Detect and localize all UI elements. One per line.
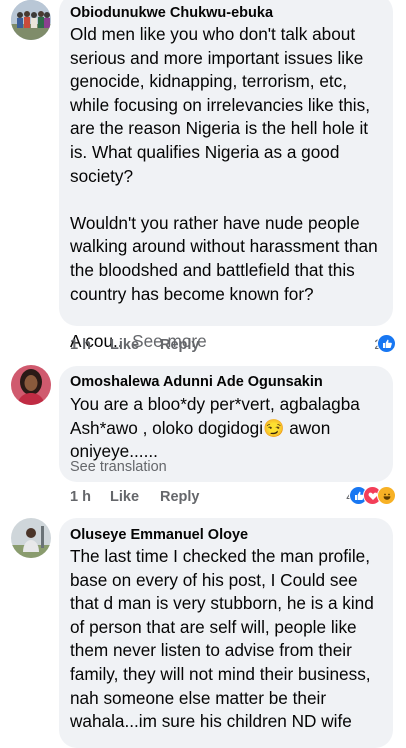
comment-bubble: Omoshalewa Adunni Ade Ogunsakin You are … [59, 366, 393, 482]
reply-button[interactable]: Reply [160, 489, 200, 505]
like-button[interactable]: Like [110, 337, 139, 353]
reaction-summary[interactable]: 2 [374, 334, 396, 353]
comment-paragraph: Wouldn't you rather have nude people wal… [70, 212, 378, 304]
comment-text: You are a bloo*dy per*vert, agbalagba As… [70, 394, 360, 462]
comment-author[interactable]: Omoshalewa Adunni Ade Ogunsakin [70, 374, 323, 390]
reaction-summary[interactable]: 4 [346, 486, 396, 505]
avatar[interactable] [11, 518, 51, 558]
comment-bubble: Oluseye Emmanuel Oloye The last time I c… [59, 518, 393, 748]
comment-paragraph: Old men like you who don't talk about se… [70, 24, 370, 186]
avatar[interactable] [11, 365, 51, 405]
like-button[interactable]: Like [110, 489, 139, 505]
comment-time: 1 h [70, 337, 91, 353]
reply-button[interactable]: Reply [160, 337, 200, 353]
see-translation-link[interactable]: See translation [70, 459, 167, 475]
like-icon [377, 334, 396, 353]
comment-time: 1 h [70, 489, 91, 505]
haha-icon [377, 486, 396, 505]
comment-author[interactable]: Oluseye Emmanuel Oloye [70, 527, 248, 543]
comment-text: The last time I checked the man profile,… [70, 546, 374, 732]
comment-text: Old men like you who don't talk about se… [70, 23, 385, 353]
comment-bubble: Obiodunukwe Chukwu-ebuka Old men like yo… [59, 0, 393, 351]
avatar[interactable] [11, 0, 51, 40]
comment-author[interactable]: Obiodunukwe Chukwu-ebuka [70, 5, 273, 21]
